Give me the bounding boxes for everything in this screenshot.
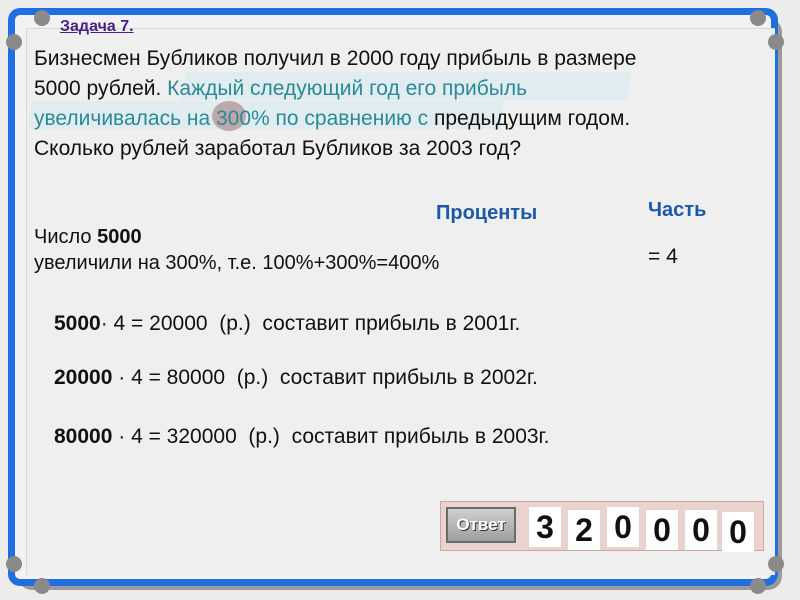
corner-dot bbox=[768, 34, 784, 50]
problem-condition: Каждый следующий год его прибыль bbox=[167, 77, 528, 100]
problem-increase-word: увеличивалась bbox=[34, 107, 182, 130]
answer-digit: 0 bbox=[646, 510, 678, 550]
answer-digit: 0 bbox=[722, 512, 754, 552]
corner-dot bbox=[34, 578, 50, 594]
problem-tail: предыдущим годом. bbox=[433, 107, 631, 130]
problem-line-3: увеличивалась на 300% по сравнению с пре… bbox=[34, 104, 764, 134]
answer-digit: 3 bbox=[529, 507, 561, 547]
calc-base: 80000 bbox=[54, 425, 113, 448]
number-value: 5000 bbox=[97, 226, 142, 248]
calc-base: 20000 bbox=[54, 366, 113, 389]
problem-line-2: 5000 рублей. Каждый следующий год его пр… bbox=[34, 74, 764, 104]
answer-digit: 0 bbox=[685, 510, 717, 550]
problem-percent: 300% по сравнению с bbox=[216, 107, 429, 130]
problem-question: Сколько рублей заработал Бубликов за 200… bbox=[34, 137, 522, 160]
header-part: Часть bbox=[648, 199, 707, 221]
corner-dot bbox=[6, 34, 22, 50]
answer-button[interactable]: Ответ bbox=[446, 507, 516, 543]
corner-dot bbox=[750, 578, 766, 594]
corner-dot bbox=[750, 10, 766, 26]
problem-text: Бизнесмен Бубликов получил в 2000 году п… bbox=[34, 44, 764, 164]
number-line: Число 5000 bbox=[34, 226, 142, 249]
calc-expr: · 4 = 320000 (р.) составит прибыль в 200… bbox=[112, 425, 550, 448]
problem-na-word: на bbox=[186, 107, 211, 130]
corner-dot bbox=[34, 10, 50, 26]
corner-dot bbox=[6, 556, 22, 572]
calc-row: 5000· 4 = 20000 (р.) составит прибыль в … bbox=[54, 312, 520, 336]
answer-digit: 0 bbox=[607, 507, 639, 547]
header-percent: Проценты bbox=[436, 202, 538, 224]
answer-digit: 2 bbox=[568, 510, 600, 550]
increase-line: увеличили на 300%, т.е. 100%+300%=400% bbox=[34, 252, 440, 274]
calc-base: 5000 bbox=[54, 312, 101, 335]
task-title: Задача 7. bbox=[60, 18, 134, 35]
part-value: = 4 bbox=[648, 245, 678, 268]
corner-dot bbox=[768, 556, 784, 572]
problem-amount: 5000 рублей. bbox=[34, 77, 162, 100]
calc-expr: · 4 = 80000 (р.) составит прибыль в 2002… bbox=[112, 366, 538, 389]
calc-row: 80000 · 4 = 320000 (р.) составит прибыль… bbox=[54, 425, 549, 449]
number-label: Число bbox=[34, 226, 92, 248]
calc-row: 20000 · 4 = 80000 (р.) составит прибыль … bbox=[54, 366, 538, 390]
calc-expr: · 4 = 20000 (р.) составит прибыль в 2001… bbox=[100, 312, 521, 335]
problem-line-1: Бизнесмен Бубликов получил в 2000 году п… bbox=[34, 47, 637, 70]
